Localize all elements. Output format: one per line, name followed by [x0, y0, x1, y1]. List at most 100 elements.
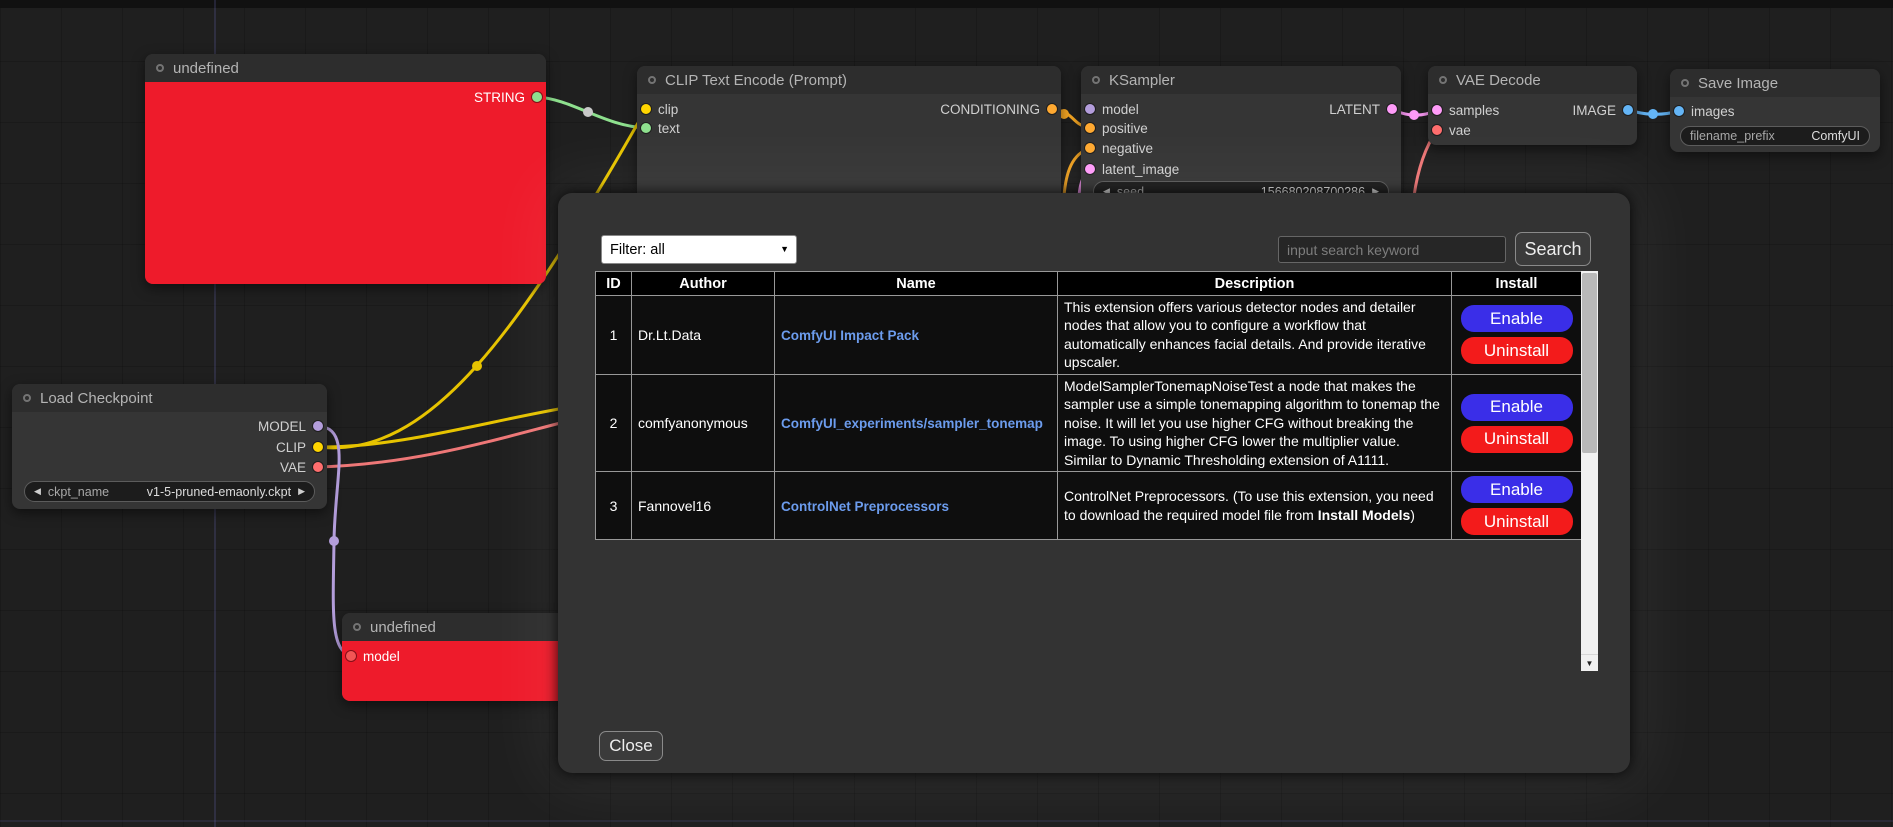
- extension-link[interactable]: ControlNet Preprocessors: [781, 499, 949, 514]
- collapse-dot-icon[interactable]: [1092, 76, 1100, 84]
- cell-description: ModelSamplerTonemapNoiseTest a node that…: [1064, 377, 1445, 469]
- node-load-checkpoint[interactable]: Load Checkpoint MODEL CLIP VAE ◀ ckpt_na…: [12, 384, 327, 509]
- model-pin-icon[interactable]: [346, 651, 356, 661]
- description-text: ): [1410, 507, 1415, 523]
- widget-name: filename_prefix: [1690, 129, 1775, 143]
- conditioning-pin-icon[interactable]: [1085, 143, 1095, 153]
- collapse-dot-icon[interactable]: [1439, 76, 1447, 84]
- graph-canvas[interactable]: undefined STRING CLIP Text Encode (Promp…: [0, 0, 1893, 827]
- input-slot-positive[interactable]: positive: [1085, 119, 1148, 137]
- wire-image-midpoint-dot[interactable]: [1648, 109, 1658, 119]
- close-button[interactable]: Close: [599, 731, 663, 761]
- search-input[interactable]: [1278, 236, 1506, 263]
- input-slot-latent-image[interactable]: latent_image: [1085, 160, 1179, 178]
- clip-pin-icon[interactable]: [313, 442, 323, 452]
- node-save-image[interactable]: Save Image images filename_prefix ComfyU…: [1670, 69, 1880, 152]
- input-slot-samples[interactable]: samples: [1432, 101, 1499, 119]
- node-title: Load Checkpoint: [40, 390, 153, 407]
- filename-prefix-widget[interactable]: filename_prefix ComfyUI: [1680, 126, 1870, 146]
- header-id: ID: [596, 272, 632, 296]
- input-slot-clip[interactable]: clip: [641, 100, 678, 118]
- vae-pin-icon[interactable]: [313, 462, 323, 472]
- scrollbar-down-button[interactable]: ▼: [1581, 654, 1598, 671]
- output-slot-string[interactable]: STRING: [474, 88, 542, 106]
- install-actions: Enable Uninstall: [1458, 392, 1575, 455]
- node-vae-decode-titlebar[interactable]: VAE Decode: [1428, 66, 1637, 94]
- slot-label: vae: [1449, 123, 1471, 138]
- output-slot-latent[interactable]: LATENT: [1329, 100, 1397, 118]
- collapse-dot-icon[interactable]: [23, 394, 31, 402]
- output-slot-conditioning[interactable]: CONDITIONING: [940, 100, 1057, 118]
- node-undefined-bottom-titlebar[interactable]: undefined: [342, 613, 580, 641]
- cell-id: 2: [596, 374, 632, 471]
- widget-right-arrow-icon[interactable]: ▶: [298, 486, 305, 497]
- vae-pin-icon[interactable]: [1432, 125, 1442, 135]
- uninstall-button[interactable]: Uninstall: [1461, 426, 1573, 453]
- model-pin-icon[interactable]: [1085, 104, 1095, 114]
- output-slot-clip[interactable]: CLIP: [276, 438, 323, 456]
- output-slot-model[interactable]: MODEL: [258, 417, 323, 435]
- clip-pin-icon[interactable]: [641, 104, 651, 114]
- input-slot-vae[interactable]: vae: [1432, 121, 1471, 139]
- node-clip-text-encode-titlebar[interactable]: CLIP Text Encode (Prompt): [637, 66, 1061, 94]
- output-slot-vae[interactable]: VAE: [280, 458, 323, 476]
- string-pin-icon[interactable]: [532, 92, 542, 102]
- install-actions: Enable Uninstall: [1458, 474, 1575, 537]
- enable-button[interactable]: Enable: [1461, 305, 1573, 332]
- extension-link[interactable]: ComfyUI_experiments/sampler_tonemap: [781, 416, 1043, 431]
- output-slot-image[interactable]: IMAGE: [1572, 101, 1633, 119]
- collapse-dot-icon[interactable]: [353, 623, 361, 631]
- string-pin-icon[interactable]: [641, 123, 651, 133]
- collapse-dot-icon[interactable]: [648, 76, 656, 84]
- collapse-dot-icon[interactable]: [1681, 79, 1689, 87]
- extension-link[interactable]: ComfyUI Impact Pack: [781, 328, 919, 343]
- node-undefined-top-titlebar[interactable]: undefined: [145, 54, 546, 82]
- header-name: Name: [775, 272, 1058, 296]
- slot-label: latent_image: [1102, 162, 1179, 177]
- search-button[interactable]: Search: [1515, 232, 1591, 266]
- node-undefined-bottom[interactable]: undefined model: [342, 613, 580, 701]
- image-pin-icon[interactable]: [1674, 106, 1684, 116]
- conditioning-pin-icon[interactable]: [1085, 123, 1095, 133]
- node-title: Save Image: [1698, 75, 1778, 92]
- uninstall-button[interactable]: Uninstall: [1461, 337, 1573, 364]
- scroll-down-icon: ▼: [1586, 659, 1594, 668]
- node-ksampler-titlebar[interactable]: KSampler: [1081, 66, 1401, 94]
- slot-label: CONDITIONING: [940, 102, 1040, 117]
- header-description: Description: [1058, 272, 1452, 296]
- latent-pin-icon[interactable]: [1432, 105, 1442, 115]
- node-vae-decode[interactable]: VAE Decode samples vae IMAGE: [1428, 66, 1637, 145]
- wire-model-midpoint-dot[interactable]: [329, 536, 339, 546]
- node-load-checkpoint-titlebar[interactable]: Load Checkpoint: [12, 384, 327, 412]
- table-row: 1 Dr.Lt.Data ComfyUI Impact Pack This ex…: [596, 296, 1582, 375]
- node-undefined-top[interactable]: undefined STRING: [145, 54, 546, 284]
- image-pin-icon[interactable]: [1623, 105, 1633, 115]
- collapse-dot-icon[interactable]: [156, 64, 164, 72]
- input-slot-model[interactable]: model: [1085, 100, 1139, 118]
- wire-string-midpoint-dot[interactable]: [583, 107, 593, 117]
- enable-button[interactable]: Enable: [1461, 476, 1573, 503]
- node-title: KSampler: [1109, 72, 1175, 89]
- conditioning-pin-icon[interactable]: [1047, 104, 1057, 114]
- input-slot-negative[interactable]: negative: [1085, 139, 1153, 157]
- slot-label: MODEL: [258, 419, 306, 434]
- slot-label: model: [363, 649, 400, 664]
- wire-clip-midpoint-dot[interactable]: [472, 361, 482, 371]
- input-slot-model[interactable]: model: [346, 647, 400, 665]
- node-save-image-titlebar[interactable]: Save Image: [1670, 69, 1880, 97]
- wire-latent-midpoint-dot[interactable]: [1409, 110, 1419, 120]
- filter-select[interactable]: Filter: all: [601, 235, 797, 264]
- uninstall-button[interactable]: Uninstall: [1461, 508, 1573, 535]
- model-pin-icon[interactable]: [313, 421, 323, 431]
- ckpt-name-widget[interactable]: ◀ ckpt_name v1-5-pruned-emaonly.ckpt ▶: [24, 481, 315, 502]
- latent-pin-icon[interactable]: [1085, 164, 1095, 174]
- input-slot-images[interactable]: images: [1674, 102, 1735, 120]
- input-slot-text[interactable]: text: [641, 119, 680, 137]
- latent-pin-icon[interactable]: [1387, 104, 1397, 114]
- enable-button[interactable]: Enable: [1461, 394, 1573, 421]
- error-node-body: [145, 82, 546, 284]
- widget-value: ComfyUI: [1811, 129, 1860, 143]
- scrollbar-thumb[interactable]: [1582, 273, 1597, 453]
- widget-left-arrow-icon[interactable]: ◀: [34, 486, 41, 497]
- table-scrollbar[interactable]: ▼: [1581, 271, 1598, 671]
